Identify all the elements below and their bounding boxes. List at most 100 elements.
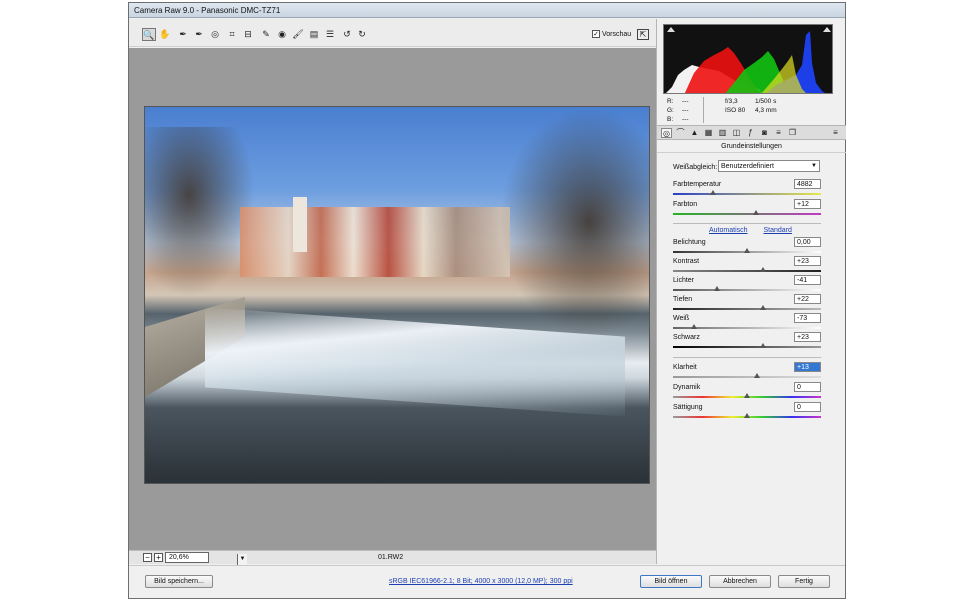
aperture-value: f/3,3 (725, 98, 738, 105)
iso-value: ISO 80 (725, 107, 746, 114)
slider-thumb[interactable] (760, 267, 767, 272)
chevron-down-icon[interactable]: ▼ (237, 554, 247, 565)
slider-thumb[interactable] (744, 413, 750, 418)
slider-track[interactable] (673, 270, 821, 272)
tab-lens-corrections-icon[interactable]: ◫ (731, 128, 742, 138)
crop-tool-icon[interactable]: ⌗ (225, 28, 239, 41)
r-label: R: (667, 98, 674, 105)
white-balance-select[interactable]: Benutzerdefiniert ▼ (718, 160, 820, 172)
red-eye-tool-icon[interactable]: ◉ (275, 28, 289, 41)
slider-thumb[interactable] (752, 210, 759, 215)
slider-thumb[interactable] (754, 373, 761, 378)
straighten-tool-icon[interactable]: ⊟ (241, 28, 255, 41)
slider-thumb[interactable] (760, 343, 767, 348)
rotate-left-icon[interactable]: ↺ (340, 28, 354, 41)
highlight-clipping-icon[interactable] (823, 27, 831, 32)
histogram-graph (666, 31, 825, 93)
slider-label: Weiß (673, 315, 690, 322)
fullscreen-toggle-icon[interactable]: ⇱ (637, 29, 649, 40)
slider-thumb[interactable] (744, 393, 750, 398)
slider-farbtemperatur: Farbtemperatur 4882 (673, 179, 821, 200)
divider (673, 223, 821, 224)
slider-value-input[interactable]: +12 (794, 199, 821, 209)
slider-value-input[interactable]: 0 (794, 402, 821, 412)
tab-tone-curve-icon[interactable]: ⌒ (675, 128, 686, 138)
panel-menu-icon[interactable]: ≡ (830, 128, 841, 138)
hand-tool-icon[interactable]: ✋ (158, 28, 172, 41)
slider-value-input[interactable]: 0,00 (794, 237, 821, 247)
shadow-clipping-icon[interactable] (667, 27, 675, 32)
color-sampler-tool-icon[interactable]: ✒ (192, 28, 206, 41)
slider-value-input[interactable]: 4882 (794, 179, 821, 189)
window-title: Camera Raw 9.0 - Panasonic DMC-TZ71 (134, 6, 281, 15)
slider-thumb[interactable] (744, 248, 750, 253)
slider-track[interactable] (673, 376, 821, 378)
slider-saettigung: Sättigung 0 (673, 402, 821, 423)
workflow-options-link[interactable]: sRGB IEC61966-2.1; 8 Bit; 4000 x 3000 (1… (389, 578, 573, 585)
preferences-icon[interactable]: ☰ (323, 28, 337, 41)
zoom-out-button[interactable]: − (143, 553, 152, 562)
checkbox-checked-icon[interactable]: ✓ (592, 30, 600, 38)
r-value: --- (682, 98, 689, 105)
slider-value-input[interactable]: 0 (794, 382, 821, 392)
adjustment-brush-icon[interactable]: 🖌 (291, 28, 305, 41)
slider-value-input[interactable]: +22 (794, 294, 821, 304)
preview-checkbox[interactable]: ✓ Vorschau (592, 30, 631, 38)
spot-removal-tool-icon[interactable]: ✎ (259, 28, 273, 41)
slider-thumb[interactable] (760, 305, 767, 310)
right-panel: R: G: B: --- --- --- f/3,3 ISO 80 1/500 … (656, 19, 846, 564)
tab-detail-icon[interactable]: ▲ (689, 128, 700, 138)
slider-track[interactable] (673, 308, 821, 310)
status-bar: − + 20,6% ▼ 01.RW2 (129, 550, 656, 565)
cancel-button[interactable]: Abbrechen (709, 575, 771, 588)
slider-value-input[interactable]: -73 (794, 313, 821, 323)
tab-hsl-icon[interactable]: ▦ (703, 128, 714, 138)
chevron-down-icon: ▼ (811, 163, 817, 169)
done-button[interactable]: Fertig (778, 575, 830, 588)
g-label: G: (667, 107, 674, 114)
slider-thumb[interactable] (690, 324, 697, 329)
standard-link[interactable]: Standard (763, 227, 791, 234)
slider-label: Kontrast (673, 258, 700, 265)
slider-dynamik: Dynamik 0 (673, 382, 821, 403)
open-image-button[interactable]: Bild öffnen (640, 575, 702, 588)
filename-label: 01.RW2 (378, 554, 404, 561)
slider-label: Schwarz (673, 334, 700, 341)
slider-thumb[interactable] (714, 286, 721, 291)
slider-thumb[interactable] (709, 190, 716, 195)
slider-value-input[interactable]: +23 (794, 332, 821, 342)
rotate-right-icon[interactable]: ↻ (355, 28, 369, 41)
zoom-tool-icon[interactable]: 🔍 (142, 28, 156, 41)
slider-track[interactable] (673, 346, 821, 348)
graduated-filter-icon[interactable]: ▤ (307, 28, 321, 41)
tab-presets-icon[interactable]: ≡ (773, 128, 784, 138)
slider-track[interactable] (673, 193, 821, 195)
zoom-in-button[interactable]: + (154, 553, 163, 562)
slider-label: Sättigung (673, 404, 703, 411)
focal-length-value: 4,3 mm (755, 107, 777, 114)
tab-basic-icon[interactable]: ◎ (661, 128, 672, 138)
slider-track[interactable] (673, 213, 821, 215)
photo-trees-right (499, 107, 649, 337)
photo-church-tower (293, 197, 307, 252)
photo-preview[interactable] (144, 106, 650, 484)
slider-label: Farbtemperatur (673, 181, 722, 188)
tab-camera-calibration-icon[interactable]: ◙ (759, 128, 770, 138)
save-image-button[interactable]: Bild speichern... (145, 575, 213, 588)
panel-tabs: ◎ ⌒ ▲ ▦ ▥ ◫ ƒ ◙ ≡ ❐ ≡ (657, 125, 846, 140)
tab-effects-icon[interactable]: ƒ (745, 128, 756, 138)
slider-value-input[interactable]: -41 (794, 275, 821, 285)
preview-canvas[interactable] (129, 48, 656, 550)
targeted-adjustment-tool-icon[interactable]: ◎ (208, 28, 222, 41)
bottom-bar: Bild speichern... sRGB IEC61966-2.1; 8 B… (129, 565, 845, 598)
auto-link[interactable]: Automatisch (709, 227, 748, 234)
white-balance-tool-icon[interactable]: ✒ (176, 28, 190, 41)
zoom-level-select[interactable]: 20,6% ▼ (165, 552, 247, 565)
title-bar: Camera Raw 9.0 - Panasonic DMC-TZ71 (129, 3, 845, 18)
tab-split-toning-icon[interactable]: ▥ (717, 128, 728, 138)
tab-snapshots-icon[interactable]: ❐ (787, 128, 798, 138)
photo-trees-left (145, 127, 255, 297)
slider-value-input[interactable]: +13 (794, 362, 821, 372)
slider-value-input[interactable]: +23 (794, 256, 821, 266)
slider-track[interactable] (673, 289, 821, 291)
